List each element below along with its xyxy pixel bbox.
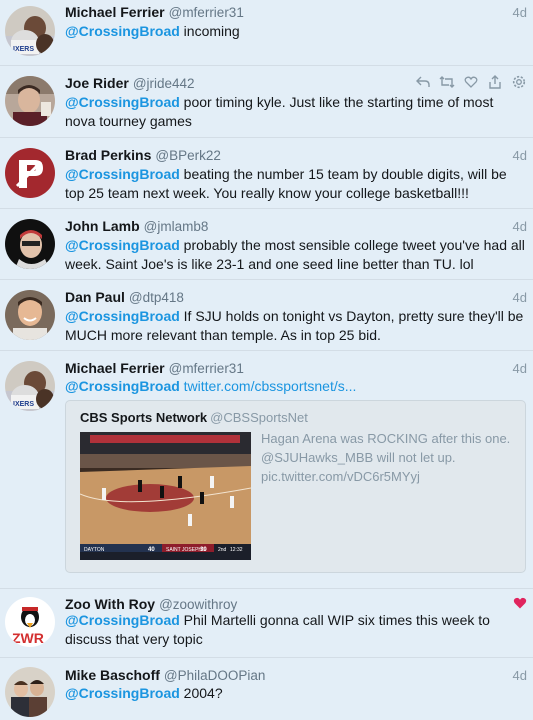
mention-link[interactable]: @CrossingBroad [65,378,180,394]
quoted-tweet-card[interactable]: CBS Sports Network @CBSSportsNet DAYTON … [65,400,526,573]
username[interactable]: @dtp418 [129,290,184,305]
tweet-header: Zoo With Roy @zoowithroy [65,596,237,612]
tweet[interactable]: Joe Rider @jride442 @CrossingBroad poor t… [0,66,533,138]
timestamp[interactable]: 4d [513,5,527,20]
tweet-text: @CrossingBroad incoming [65,23,240,39]
timestamp[interactable]: 4d [513,148,527,163]
display-name[interactable]: Brad Perkins [65,147,151,163]
display-name[interactable]: Mike Baschoff [65,667,160,683]
tweet-text: @CrossingBroad Phil Martelli gonna call … [65,612,490,647]
mention-link[interactable]: @CrossingBroad [65,94,180,110]
video-thumbnail[interactable]: DAYTON 40 SAINT JOSEPH'S 30 2nd 12:32 [80,432,251,560]
display-name[interactable]: Michael Ferrier [65,4,165,20]
quoted-tweet-text: Hagan Arena was ROCKING after this one. … [261,431,511,484]
tweet-header: Michael Ferrier @mferrier31 [65,360,244,376]
scoreboard-team1: DAYTON [84,547,105,553]
tweet-header: Michael Ferrier @mferrier31 [65,4,244,20]
settings-gear-icon[interactable] [511,74,527,90]
tweet-header: Brad Perkins @BPerk22 [65,147,221,163]
tweet-header: Dan Paul @dtp418 [65,289,184,305]
avatar[interactable] [5,219,55,269]
svg-text:ZWR: ZWR [12,630,44,646]
timestamp[interactable]: 4d [513,668,527,683]
quoted-tweet-header: CBS Sports Network @CBSSportsNet [80,410,308,425]
url-link[interactable]: twitter.com/cbssportsnet/s... [184,378,357,394]
username[interactable]: @mferrier31 [169,5,244,20]
quoted-username[interactable]: @CBSSportsNet [210,410,308,425]
tweet[interactable]: Dan Paul @dtp418 4d @CrossingBroad If SJU… [0,280,533,351]
tweet-text: @CrossingBroad probably the most sensibl… [65,237,525,272]
display-name[interactable]: Zoo With Roy [65,596,155,612]
display-name[interactable]: Dan Paul [65,289,125,305]
avatar[interactable]: IXERS [5,361,55,411]
tweet[interactable]: Brad Perkins @BPerk22 4d @CrossingBroad b… [0,138,533,209]
tweet-text: @CrossingBroad poor timing kyle. Just li… [65,94,494,129]
tweet[interactable]: IXERS Michael Ferrier @mferrier31 4d @Cro… [0,0,533,66]
scoreboard-score1: 40 [148,547,155,553]
username[interactable]: @zoowithroy [159,597,237,612]
timestamp[interactable]: 4d [513,219,527,234]
tweet[interactable]: Mike Baschoff @PhilaDOOPian 4d @CrossingB… [0,658,533,720]
mention-link[interactable]: @CrossingBroad [65,166,180,182]
avatar[interactable] [5,667,55,717]
tweet-text: @CrossingBroad twitter.com/cbssportsnet/… [65,377,527,396]
tweet-text: @CrossingBroad beating the number 15 tea… [65,166,507,201]
display-name[interactable]: Joe Rider [65,75,129,91]
reply-icon[interactable] [415,74,431,90]
scoreboard-clock: 12:32 [230,547,243,553]
timestamp[interactable]: 4d [513,361,527,376]
username[interactable]: @mferrier31 [169,361,244,376]
avatar[interactable] [5,148,55,198]
quoted-display-name[interactable]: CBS Sports Network [80,410,207,425]
svg-text:IXERS: IXERS [13,401,34,408]
username[interactable]: @jmlamb8 [144,219,209,234]
mention-link[interactable]: @CrossingBroad [65,685,180,701]
mention-link[interactable]: @CrossingBroad [65,308,180,324]
mention-link[interactable]: @CrossingBroad [65,237,180,253]
username[interactable]: @BPerk22 [155,148,220,163]
display-name[interactable]: John Lamb [65,218,140,234]
tweet[interactable]: ZWR Zoo With Roy @zoowithroy @CrossingBro… [0,589,533,658]
avatar[interactable] [5,76,55,126]
tweet[interactable]: John Lamb @jmlamb8 4d @CrossingBroad prob… [0,209,533,280]
display-name[interactable]: Michael Ferrier [65,360,165,376]
retweet-icon[interactable] [439,74,455,90]
avatar[interactable]: ZWR [5,597,55,647]
mention-link[interactable]: @CrossingBroad [65,612,180,628]
scoreboard-score2: 30 [200,547,207,553]
username[interactable]: @PhilaDOOPian [164,668,266,683]
tweet[interactable]: IXERS Michael Ferrier @mferrier31 4d @Cro… [0,351,533,589]
scoreboard-period: 2nd [218,547,227,553]
avatar[interactable] [5,290,55,340]
mention-link[interactable]: @CrossingBroad [65,23,180,39]
tweet-header: John Lamb @jmlamb8 [65,218,208,234]
tweet-header: Mike Baschoff @PhilaDOOPian [65,667,265,683]
tweet-text: @CrossingBroad 2004? [65,685,223,701]
tweet-actions [415,74,527,90]
like-icon[interactable] [463,74,479,90]
avatar[interactable]: IXERS [5,6,55,56]
svg-text:IXERS: IXERS [13,46,34,53]
timestamp[interactable]: 4d [513,290,527,305]
share-icon[interactable] [487,74,503,90]
tweet-text: @CrossingBroad If SJU holds on tonight v… [65,308,524,343]
username[interactable]: @jride442 [133,76,195,91]
tweet-header: Joe Rider @jride442 [65,75,195,91]
